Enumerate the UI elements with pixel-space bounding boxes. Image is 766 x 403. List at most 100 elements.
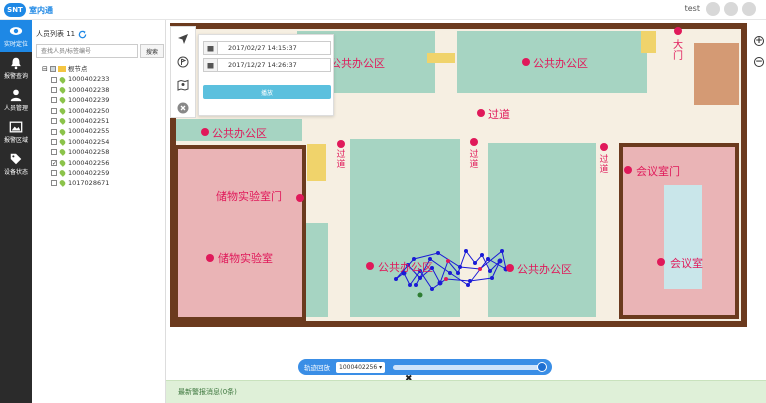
track-point xyxy=(488,269,492,273)
navigation-arrow-icon xyxy=(178,33,188,44)
tag-id: 1000402251 xyxy=(68,116,110,125)
bell-icon xyxy=(11,57,21,70)
track-point xyxy=(490,276,494,280)
tag-list: 1000402233 1000402238 1000402239 1000402250… xyxy=(42,74,109,188)
tag-id: 1000402254 xyxy=(68,137,110,146)
end-time: 2017/12/27 14:26:37 xyxy=(228,61,297,69)
playback-label: 轨迹回放 xyxy=(304,364,330,372)
tag-list-item[interactable]: 1000402251 xyxy=(42,116,109,126)
nav-item-alarm-area[interactable]: 报警区域 xyxy=(0,116,32,148)
tag-list-item[interactable]: 1000402259 xyxy=(42,168,109,178)
map-label-meeting-room: 会议室 xyxy=(670,257,703,270)
location-pin-icon xyxy=(58,138,67,146)
brown-room xyxy=(694,43,739,105)
tag-list-item[interactable]: ✓ 1000402256 xyxy=(42,158,109,168)
checkbox[interactable] xyxy=(51,107,57,114)
checkbox[interactable] xyxy=(51,97,57,104)
yellow-block-1 xyxy=(427,53,455,63)
power-icon[interactable] xyxy=(742,2,756,16)
refresh-icon[interactable] xyxy=(78,30,87,39)
logo-text: 室内通 xyxy=(29,5,53,15)
nav-item-alarm-query[interactable]: 报警查询 xyxy=(0,52,32,84)
checkbox[interactable] xyxy=(51,170,57,177)
map-label-office-left: 公共办公区 xyxy=(212,127,267,140)
tag-list-item[interactable]: 1017028671 xyxy=(42,178,109,188)
close-tool[interactable] xyxy=(171,96,195,119)
track-point xyxy=(486,257,490,261)
tag-list-item[interactable]: 1000402238 xyxy=(42,85,109,95)
play-button[interactable]: 播放 xyxy=(203,85,331,99)
checkbox[interactable] xyxy=(51,76,57,83)
track-point xyxy=(430,287,434,291)
tag-list-item[interactable]: 1000402239 xyxy=(42,95,109,105)
tag-list-item[interactable]: 1000402233 xyxy=(42,74,109,84)
tag-icon xyxy=(10,153,22,165)
tag-select[interactable]: 1000402256 ▾ xyxy=(336,361,386,373)
nav-item-device-status[interactable]: 设备状态 xyxy=(0,148,32,180)
checkbox[interactable] xyxy=(51,138,57,145)
tag-list-item[interactable]: 1000402254 xyxy=(42,137,109,147)
location-pin-icon xyxy=(58,127,67,136)
map-label-aisle-v2: 过道 xyxy=(469,150,479,170)
zoom-out-icon[interactable]: − xyxy=(754,57,764,67)
nav-label: 设备状态 xyxy=(3,169,28,176)
track-point xyxy=(446,259,450,263)
side-nav: 实时定位 报警查询 人员管理 报警区域 设备状态 xyxy=(0,20,32,403)
track-point xyxy=(478,267,482,271)
start-time-field[interactable]: 2017/02/27 14:15:37 xyxy=(203,41,331,55)
checkbox[interactable] xyxy=(49,66,56,73)
track-point xyxy=(464,249,468,253)
tag-list-item[interactable]: 1000402255 xyxy=(42,126,109,136)
tag-id: 1017028671 xyxy=(68,179,110,188)
office-mid-right xyxy=(488,143,596,317)
nav-item-realtime-location[interactable]: 实时定位 xyxy=(0,20,32,52)
locate-tool[interactable] xyxy=(171,27,195,50)
end-time-field[interactable]: 2017/12/27 14:26:37 xyxy=(203,58,331,72)
playback-slider[interactable] xyxy=(393,361,548,372)
calendar-icon[interactable] xyxy=(204,59,218,71)
close-circle-icon xyxy=(177,102,189,113)
map-label-office-mid-left: 公共办公区 xyxy=(378,261,433,274)
marker-dot xyxy=(674,27,682,35)
location-pin-icon xyxy=(58,117,67,126)
checkbox[interactable] xyxy=(51,86,57,93)
username: test xyxy=(684,4,700,13)
panel-title: 人员列表 11 xyxy=(36,29,87,39)
settings-icon[interactable] xyxy=(724,2,738,16)
location-pin-icon xyxy=(58,148,67,157)
tree-root[interactable]: ⊟ 根节点 xyxy=(42,64,109,74)
location-pin-icon xyxy=(58,86,67,94)
slider-thumb[interactable] xyxy=(537,361,548,372)
tag-id: 1000402250 xyxy=(68,106,110,115)
checkbox[interactable] xyxy=(51,149,57,156)
map-label-aisle-v1: 过道 xyxy=(336,150,346,170)
tag-id: 1000402238 xyxy=(68,85,110,94)
marker-dot xyxy=(600,143,608,151)
calendar-icon[interactable] xyxy=(204,42,218,54)
nav-label: 实时定位 xyxy=(3,41,28,48)
search-button[interactable]: 搜索 xyxy=(140,44,164,58)
search-input[interactable] xyxy=(36,44,138,58)
alarm-text: 最新警报消息(0条) xyxy=(178,388,237,396)
tag-list-item[interactable]: 1000402250 xyxy=(42,106,109,116)
map-tool[interactable] xyxy=(171,73,195,96)
app-logo: SNT 室内通 xyxy=(4,2,60,18)
checkbox[interactable] xyxy=(51,128,57,135)
checkbox[interactable] xyxy=(51,118,57,125)
flag-tool[interactable] xyxy=(171,50,195,73)
edit-icon[interactable] xyxy=(706,2,720,16)
marker-dot xyxy=(624,166,632,174)
zoom-in-icon[interactable]: + xyxy=(754,36,764,46)
map-label-storage-door: 储物实验室门 xyxy=(216,190,282,203)
map-label-office-mid-right: 公共办公区 xyxy=(517,263,572,276)
location-pin-icon xyxy=(58,169,67,177)
checkbox[interactable] xyxy=(51,180,57,187)
collapse-icon[interactable]: ⊟ xyxy=(42,64,48,74)
checkbox[interactable]: ✓ xyxy=(51,159,57,166)
top-bar: SNT 室内通 test xyxy=(0,0,766,20)
track-start-point xyxy=(417,292,423,298)
marker-dot xyxy=(296,194,304,202)
nav-item-personnel[interactable]: 人员管理 xyxy=(0,84,32,116)
start-time: 2017/02/27 14:15:37 xyxy=(228,44,297,52)
tag-list-item[interactable]: 1000402258 xyxy=(42,147,109,157)
